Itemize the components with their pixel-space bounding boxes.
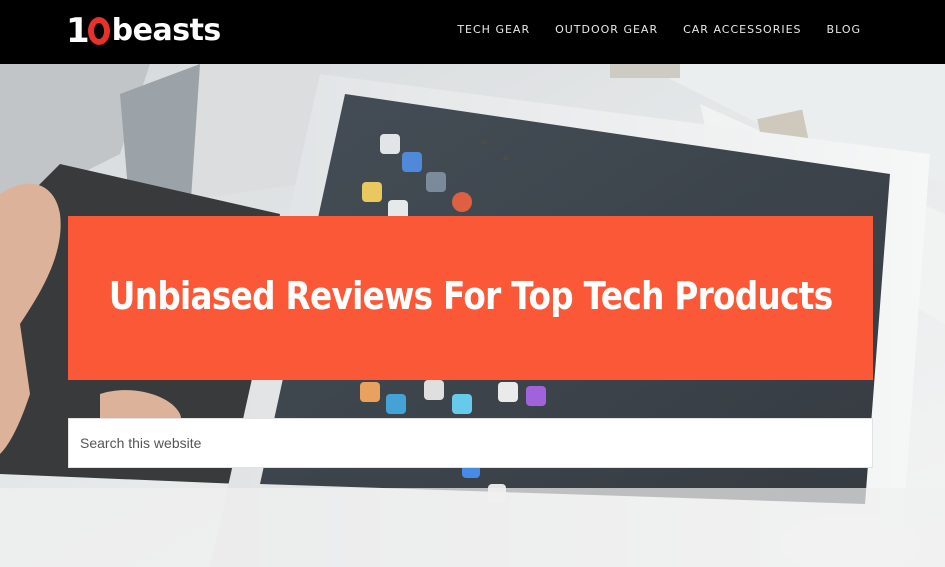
search-input[interactable] <box>68 418 873 468</box>
logo-digit: 1 <box>66 11 90 51</box>
logo-zero-mark <box>87 17 110 45</box>
lower-fade-overlay <box>0 488 945 567</box>
nav-tech-gear[interactable]: TECH GEAR <box>457 23 530 36</box>
logo-wordmark: beasts <box>111 13 222 48</box>
page: 1 beasts TECH GEAR OUTDOOR GEAR CAR ACCE… <box>0 0 945 567</box>
nav-car-accessories[interactable]: CAR ACCESSORIES <box>683 23 801 36</box>
hero-title: Unbiased Reviews For Top Tech Products <box>108 274 833 318</box>
site-logo[interactable]: 1 beasts <box>66 11 221 51</box>
search-form <box>68 418 873 468</box>
site-header: 1 beasts TECH GEAR OUTDOOR GEAR CAR ACCE… <box>0 0 945 64</box>
hero-banner: Unbiased Reviews For Top Tech Products <box>68 216 873 380</box>
nav-blog[interactable]: BLOG <box>827 23 861 36</box>
main-navigation: TECH GEAR OUTDOOR GEAR CAR ACCESSORIES B… <box>457 0 861 58</box>
nav-outdoor-gear[interactable]: OUTDOOR GEAR <box>555 23 658 36</box>
